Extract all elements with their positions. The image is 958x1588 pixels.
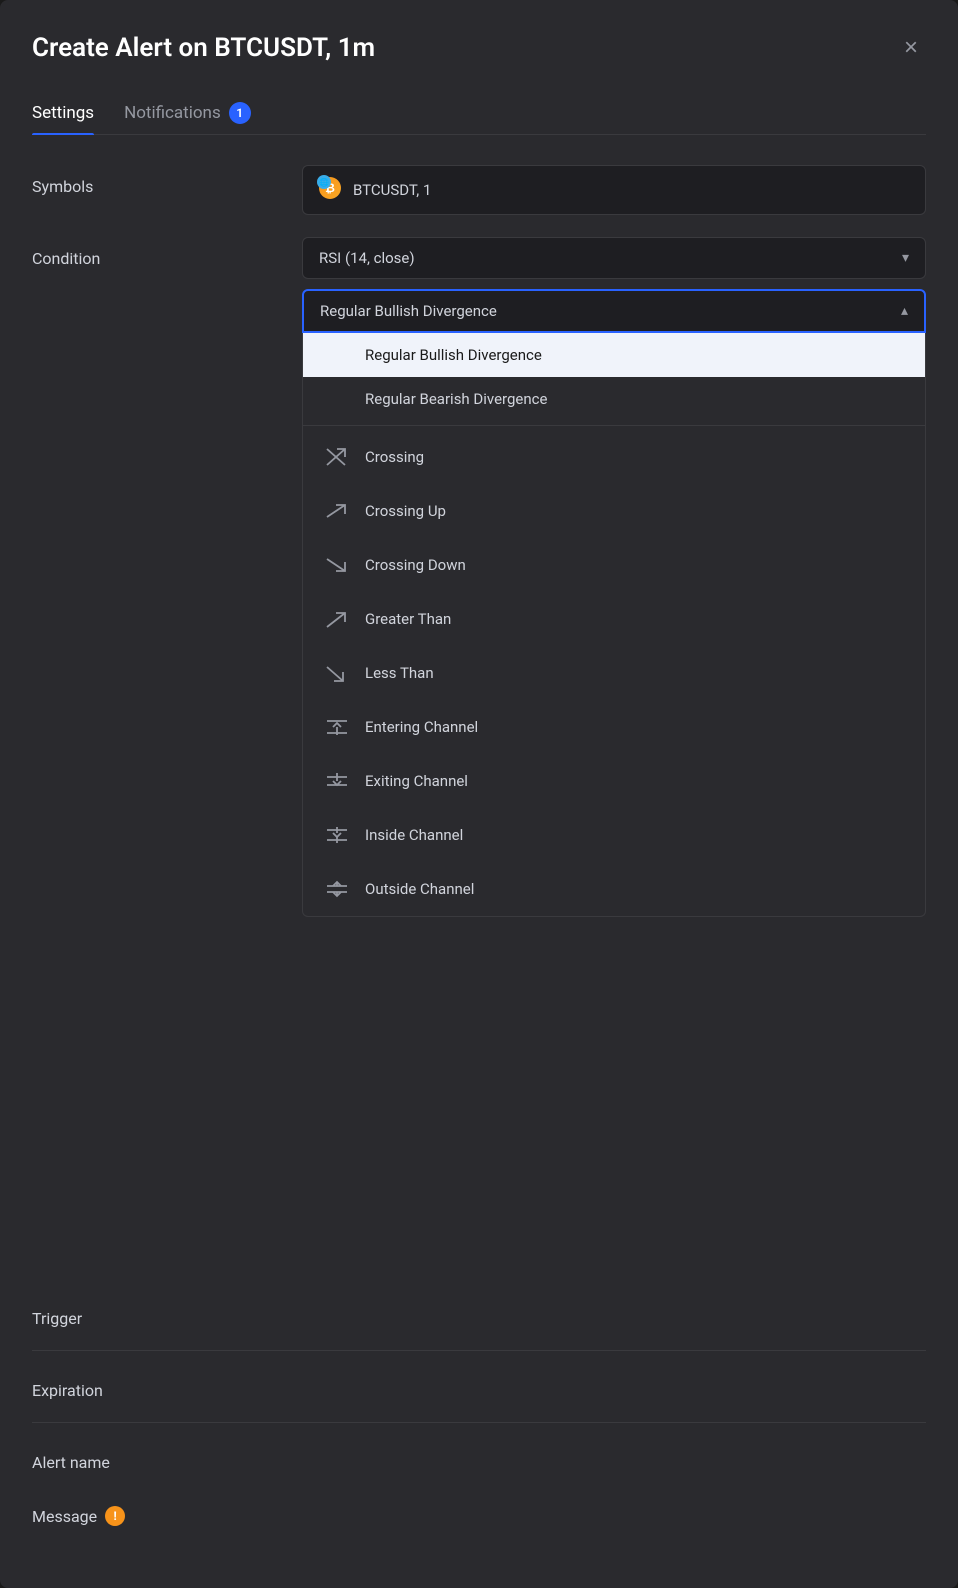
dropdown-item-greater-than[interactable]: Greater Than (303, 592, 925, 646)
tabs-container: Settings Notifications 1 (32, 92, 926, 135)
chevron-up-icon: ▴ (901, 303, 908, 319)
dropdown-item-crossing-down[interactable]: Crossing Down (303, 538, 925, 592)
crossing-down-icon (323, 551, 351, 579)
greater-than-icon (323, 605, 351, 633)
condition-dropdown: Regular Bullish Divergence Regular Beari… (302, 333, 926, 917)
create-alert-modal: Create Alert on BTCUSDT, 1m × Settings N… (0, 0, 958, 1588)
expiration-label: Expiration (32, 1369, 302, 1400)
dropdown-item-less-than[interactable]: Less Than (303, 646, 925, 700)
symbols-label: Symbols (32, 165, 302, 196)
dropdown-item-regular-bearish[interactable]: Regular Bearish Divergence (303, 377, 925, 421)
symbols-input[interactable]: ₿ 🌐 BTCUSDT, 1 (302, 165, 926, 215)
dropdown-item-inside-channel[interactable]: Inside Channel (303, 808, 925, 862)
dropdown-item-regular-bullish[interactable]: Regular Bullish Divergence (303, 333, 925, 377)
globe-badge: 🌐 (317, 175, 331, 189)
expiration-row: Expiration (32, 1369, 926, 1400)
close-button[interactable]: × (896, 32, 926, 64)
divider-expiration (32, 1422, 926, 1423)
condition-select[interactable]: RSI (14, close) ▾ (302, 237, 926, 279)
divergence-select[interactable]: Regular Bullish Divergence ▴ (302, 289, 926, 333)
trigger-label: Trigger (32, 1297, 302, 1328)
exiting-channel-icon (323, 767, 351, 795)
warning-icon: ! (105, 1506, 125, 1526)
tab-settings[interactable]: Settings (32, 92, 94, 134)
dropdown-item-entering-channel[interactable]: Entering Channel (303, 700, 925, 754)
dropdown-item-exiting-channel[interactable]: Exiting Channel (303, 754, 925, 808)
btc-icon-wrap: ₿ 🌐 (319, 177, 345, 203)
condition-label: Condition (32, 237, 302, 268)
message-label: Message ! (32, 1494, 302, 1526)
outside-channel-icon (323, 875, 351, 903)
less-than-icon (323, 659, 351, 687)
condition-control: RSI (14, close) ▾ Regular Bullish Diverg… (302, 237, 926, 333)
dropdown-item-crossing[interactable]: Crossing (303, 430, 925, 484)
chevron-down-icon: ▾ (902, 250, 909, 266)
divider-1 (303, 425, 925, 426)
entering-channel-icon (323, 713, 351, 741)
alert-name-label: Alert name (32, 1441, 302, 1472)
crossing-up-icon (323, 497, 351, 525)
condition-row: Condition RSI (14, close) ▾ Regular Bull… (32, 237, 926, 917)
symbols-row: Symbols ₿ 🌐 BTCUSDT, 1 (32, 165, 926, 215)
inside-channel-icon (323, 821, 351, 849)
notification-badge: 1 (229, 102, 251, 124)
crossing-icon (323, 443, 351, 471)
dropdown-item-outside-channel[interactable]: Outside Channel (303, 862, 925, 916)
dropdown-item-crossing-up[interactable]: Crossing Up (303, 484, 925, 538)
modal-header: Create Alert on BTCUSDT, 1m × (32, 32, 926, 64)
message-row: Message ! (32, 1494, 926, 1526)
symbols-control: ₿ 🌐 BTCUSDT, 1 (302, 165, 926, 215)
trigger-row: Trigger (32, 1297, 926, 1328)
divider-trigger (32, 1350, 926, 1351)
tab-notifications[interactable]: Notifications 1 (124, 92, 251, 134)
modal-title: Create Alert on BTCUSDT, 1m (32, 33, 375, 63)
alert-name-row: Alert name (32, 1441, 926, 1472)
